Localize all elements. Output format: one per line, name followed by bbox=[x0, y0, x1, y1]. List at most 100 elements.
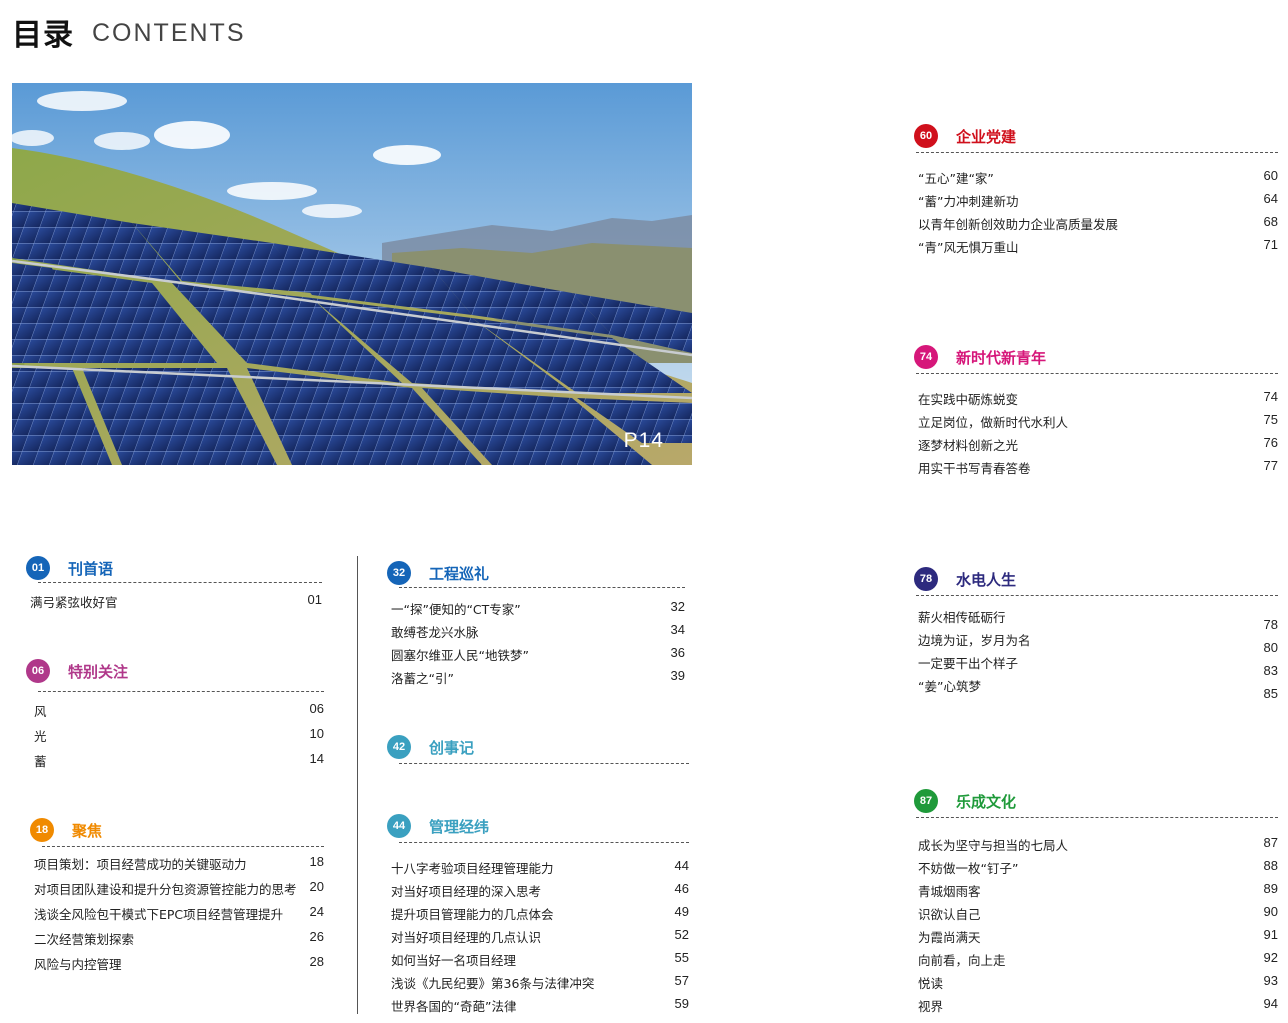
section-dashed-rule bbox=[916, 595, 1278, 596]
toc-entry[interactable]: 项目策划：项目经营成功的关键驱动力 18 bbox=[34, 854, 324, 872]
toc-entry-page: 49 bbox=[674, 904, 689, 919]
toc-entry-page: 01 bbox=[307, 592, 322, 607]
toc-entry[interactable]: 一定要干出个样子 83 bbox=[918, 653, 1278, 678]
toc-entry[interactable]: 视界 94 bbox=[918, 996, 1278, 1014]
toc-entry[interactable]: 立足岗位，做新时代水利人 75 bbox=[918, 412, 1278, 430]
toc-entry-title: “青”风无惧万重山 bbox=[918, 240, 1019, 255]
toc-section: 18 聚焦 项目策划：项目经营成功的关键驱动力 18 对项目团队建设和提升分包资源管控能… bbox=[30, 818, 324, 972]
toc-entry[interactable]: 二次经营策划探索 26 bbox=[34, 929, 324, 947]
toc-entry-title: 立足岗位，做新时代水利人 bbox=[918, 415, 1069, 430]
toc-section: 42 创事记 bbox=[387, 735, 689, 764]
toc-entry-page: 55 bbox=[674, 950, 689, 965]
toc-entry[interactable]: 提升项目管理能力的几点体会 49 bbox=[391, 904, 689, 922]
toc-entry-page: 28 bbox=[309, 954, 324, 969]
toc-section: 06 特别关注风 06 光 10 蓄 14 bbox=[26, 659, 324, 769]
toc-entry-page: 26 bbox=[309, 929, 324, 944]
section-title[interactable]: 特别关注 bbox=[68, 661, 128, 682]
section-title[interactable]: 水电人生 bbox=[956, 569, 1016, 590]
toc-entry-title: 边境为证，岁月为名 bbox=[918, 633, 1031, 648]
toc-entry[interactable]: “青”风无惧万重山 71 bbox=[918, 237, 1278, 255]
toc-entry-title: “姜”心筑梦 bbox=[918, 679, 981, 694]
toc-entry[interactable]: 十八字考验项目经理管理能力 44 bbox=[391, 858, 689, 876]
section-title[interactable]: 工程巡礼 bbox=[429, 563, 489, 584]
section-dashed-rule bbox=[399, 842, 689, 843]
toc-entry[interactable]: 风险与内控管理 28 bbox=[34, 954, 324, 972]
page-title-en: CONTENTS bbox=[92, 19, 246, 47]
toc-entry[interactable]: 不妨做一枚“钉子” 88 bbox=[918, 858, 1278, 876]
toc-entry-page: 87 bbox=[1263, 835, 1278, 850]
toc-entry[interactable]: 向前看，向上走 92 bbox=[918, 950, 1278, 968]
section-title[interactable]: 企业党建 bbox=[956, 126, 1016, 147]
toc-entry[interactable]: 世界各国的“奇葩”法律 59 bbox=[391, 996, 689, 1014]
toc-entry[interactable]: 逐梦材料创新之光 76 bbox=[918, 435, 1278, 453]
toc-section: 74 新时代新青年 在实践中砺炼蜕变 74 立足岗位，做新时代水利人 75 逐梦材料创新之光… bbox=[914, 345, 1278, 476]
toc-entry-page: 57 bbox=[674, 973, 689, 988]
toc-entry-page: 52 bbox=[674, 927, 689, 942]
toc-entry[interactable]: 用实干书写青春答卷 77 bbox=[918, 458, 1278, 476]
page-title-zh: 目录 bbox=[12, 18, 74, 53]
section-dashed-rule bbox=[399, 763, 689, 764]
toc-entry-page: 24 bbox=[309, 904, 324, 919]
toc-entry-page: 77 bbox=[1263, 458, 1278, 473]
toc-entry-title: 以青年创新创效助力企业高质量发展 bbox=[918, 217, 1119, 232]
toc-entry[interactable]: “五心”建“家” 60 bbox=[918, 168, 1278, 186]
section-title[interactable]: 乐成文化 bbox=[956, 791, 1016, 812]
toc-entry[interactable]: “蓄”力冲刺建新功 64 bbox=[918, 191, 1278, 209]
toc-entry[interactable]: 悦读 93 bbox=[918, 973, 1278, 991]
toc-entry[interactable]: 对项目团队建设和提升分包资源管控能力的思考 20 bbox=[34, 879, 324, 897]
toc-entry-title: 浅谈《九民纪要》第36条与法律冲突 bbox=[391, 976, 595, 991]
toc-entry-title: 用实干书写青春答卷 bbox=[918, 461, 1031, 476]
toc-entry-title: 在实践中砺炼蜕变 bbox=[918, 392, 1019, 407]
toc-entry[interactable]: “姜”心筑梦 85 bbox=[918, 676, 1278, 701]
toc-entry[interactable]: 浅谈《九民纪要》第36条与法律冲突 57 bbox=[391, 973, 689, 991]
toc-entry-page: 39 bbox=[670, 668, 685, 683]
toc-entry[interactable]: 对当好项目经理的深入思考 46 bbox=[391, 881, 689, 899]
toc-entry[interactable]: 成长为坚守与担当的七局人 87 bbox=[918, 835, 1278, 853]
section-dashed-rule bbox=[916, 152, 1278, 153]
toc-entry[interactable]: 对当好项目经理的几点认识 52 bbox=[391, 927, 689, 945]
toc-entry[interactable]: 浅谈全风险包干模式下EPC项目经营管理提升 24 bbox=[34, 904, 324, 922]
section-title[interactable]: 刊首语 bbox=[68, 558, 113, 579]
toc-entry-title: 不妨做一枚“钉子” bbox=[918, 861, 1019, 876]
toc-entry[interactable]: 青城烟雨客 89 bbox=[918, 881, 1278, 899]
toc-section: 01 刊首语满弓紧弦收好官 01 bbox=[26, 556, 322, 610]
toc-entry[interactable]: 蓄 14 bbox=[34, 751, 324, 769]
section-title[interactable]: 聚焦 bbox=[72, 820, 102, 841]
section-header: 42 创事记 bbox=[387, 735, 689, 763]
toc-entry[interactable]: 满弓紧弦收好官 01 bbox=[30, 592, 322, 610]
cover-photo: P14 bbox=[12, 83, 692, 465]
toc-entry[interactable]: 边境为证，岁月为名 80 bbox=[918, 630, 1278, 655]
toc-entry[interactable]: 在实践中砺炼蜕变 74 bbox=[918, 389, 1278, 407]
section-header: 87 乐成文化 bbox=[914, 789, 1278, 817]
section-title[interactable]: 创事记 bbox=[429, 737, 474, 758]
toc-entry[interactable]: 敢缚苍龙兴水脉 34 bbox=[391, 622, 685, 640]
toc-entry[interactable]: 以青年创新创效助力企业高质量发展 68 bbox=[918, 214, 1278, 232]
toc-entry-title: “蓄”力冲刺建新功 bbox=[918, 194, 1019, 209]
toc-entry[interactable]: 圆塞尔维亚人民“地铁梦” 36 bbox=[391, 645, 685, 663]
section-title[interactable]: 管理经纬 bbox=[429, 816, 489, 837]
toc-entry-title: 逐梦材料创新之光 bbox=[918, 438, 1019, 453]
toc-entry[interactable]: 识欲认自己 90 bbox=[918, 904, 1278, 922]
toc-entry-page: 93 bbox=[1263, 973, 1278, 988]
toc-entry-title: 蓄 bbox=[34, 754, 47, 769]
toc-entry-page: 76 bbox=[1263, 435, 1278, 450]
toc-entry[interactable]: 风 06 bbox=[34, 701, 324, 719]
section-header: 60 企业党建 bbox=[914, 124, 1278, 152]
section-number-badge: 87 bbox=[914, 789, 938, 813]
toc-entry[interactable]: 洛蓄之“引” 39 bbox=[391, 668, 685, 686]
toc-entry[interactable]: 为霞尚满天 91 bbox=[918, 927, 1278, 945]
toc-entry-page: 64 bbox=[1263, 191, 1278, 206]
section-title[interactable]: 新时代新青年 bbox=[956, 347, 1046, 368]
toc-entry-page: 44 bbox=[674, 858, 689, 873]
toc-entry-title: 悦读 bbox=[918, 976, 944, 991]
toc-section: 78 水电人生 薪火相传砥砺行 78 边境为证，岁月为名 80 一定要干出个样子 83 “姜”心… bbox=[914, 567, 1278, 701]
toc-entry[interactable]: 薪火相传砥砺行 78 bbox=[918, 607, 1278, 632]
toc-entry-page: 90 bbox=[1263, 904, 1278, 919]
toc-entry[interactable]: 一“探”便知的“CT专家” 32 bbox=[391, 599, 685, 617]
toc-entry-title: 为霞尚满天 bbox=[918, 930, 981, 945]
toc-entry[interactable]: 光 10 bbox=[34, 726, 324, 744]
toc-entry[interactable]: 如何当好一名项目经理 55 bbox=[391, 950, 689, 968]
toc-entry-title: 风 bbox=[34, 704, 47, 719]
toc-entry-title: 对当好项目经理的几点认识 bbox=[391, 930, 542, 945]
toc-entry-title: 光 bbox=[34, 729, 47, 744]
